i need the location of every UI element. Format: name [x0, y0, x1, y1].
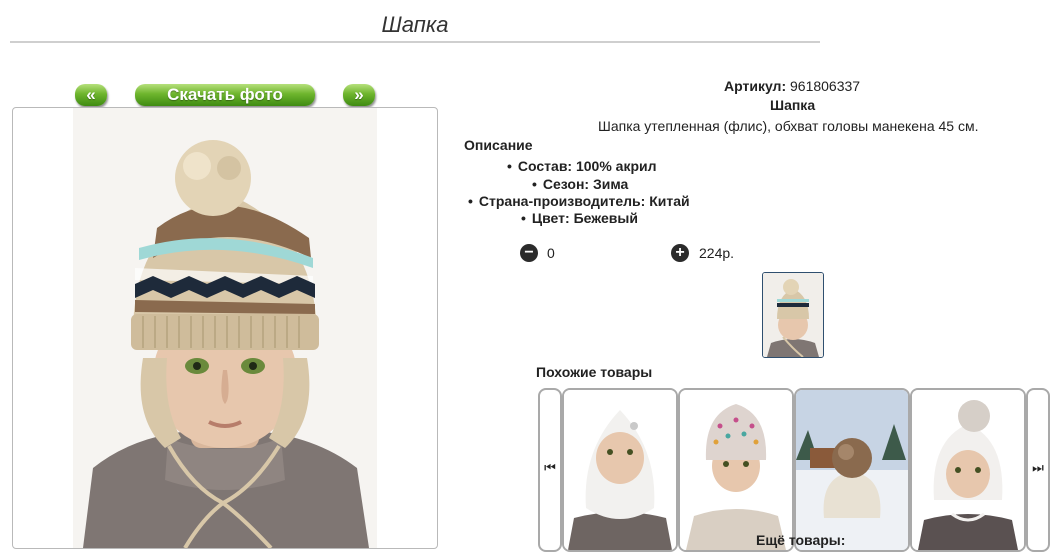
page-title: Шапка	[381, 12, 449, 37]
thumbnail-image	[763, 273, 823, 357]
article-line: Артикул: 961806337	[724, 78, 924, 94]
decrease-quantity-button[interactable]: −	[520, 244, 538, 262]
photo-thumbnail[interactable]	[762, 272, 824, 358]
carousel-next-button[interactable]: ⏭	[1026, 388, 1050, 552]
download-photo-button[interactable]: Скачать фото	[135, 84, 315, 106]
main-photo-frame	[12, 107, 438, 549]
similar-item-2-image	[680, 390, 792, 550]
next-photo-button[interactable]: »	[343, 84, 375, 106]
skip-next-icon: ⏭	[1032, 460, 1044, 475]
plus-icon: +	[675, 244, 685, 261]
similar-heading: Похожие товары	[536, 364, 653, 380]
price-value: 224р.	[699, 245, 735, 261]
more-products-label: Ещё товары:	[756, 532, 846, 548]
attribute-color: Цвет: Бежевый	[521, 210, 638, 226]
similar-item-4[interactable]	[910, 388, 1026, 552]
description-heading: Описание	[464, 137, 533, 153]
skip-previous-icon: ⏮	[544, 460, 556, 475]
increase-quantity-button[interactable]: +	[671, 244, 689, 262]
attribute-composition: Состав: 100% акрил	[507, 158, 657, 174]
title-divider	[10, 41, 820, 43]
carousel-prev-button[interactable]: ⏮	[538, 388, 562, 552]
prev-photo-button[interactable]: «	[75, 84, 107, 106]
similar-item-3[interactable]	[794, 388, 910, 552]
hat-photo-illustration	[73, 108, 377, 548]
article-value: 961806337	[790, 78, 861, 94]
attribute-season: Сезон: Зима	[532, 176, 628, 192]
similar-item-2[interactable]	[678, 388, 794, 552]
similar-item-1-image	[564, 390, 676, 550]
main-product-photo[interactable]	[73, 108, 377, 548]
minus-icon: −	[524, 244, 534, 261]
similar-item-3-image	[796, 390, 908, 550]
attribute-country: Страна-производитель: Китай	[468, 193, 690, 209]
similar-item-1[interactable]	[562, 388, 678, 552]
product-description: Шапка утепленная (флис), обхват головы м…	[598, 118, 979, 134]
quantity-value: 0	[547, 245, 555, 261]
product-name: Шапка	[770, 97, 816, 113]
article-label: Артикул:	[724, 78, 787, 94]
similar-item-4-image	[912, 390, 1024, 550]
